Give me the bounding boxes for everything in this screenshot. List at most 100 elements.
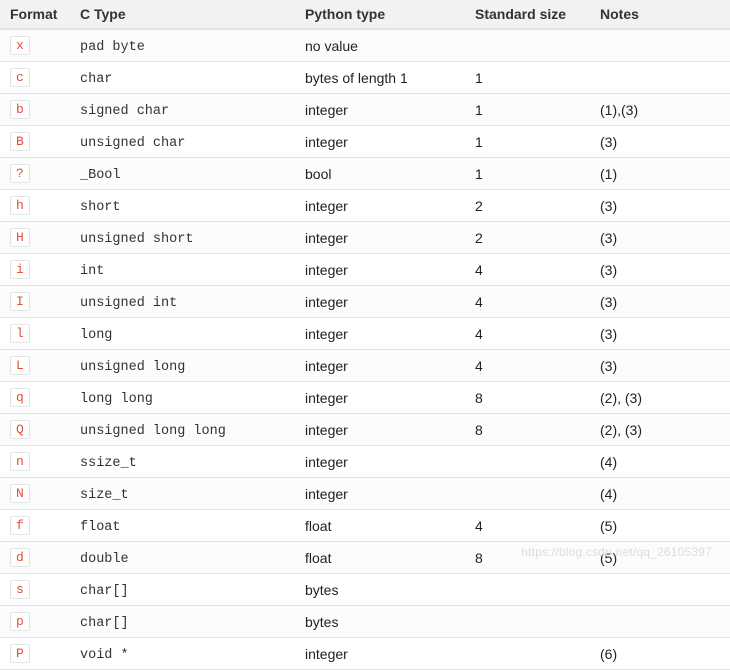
ctype-text: unsigned char [80, 136, 185, 151]
ctype-text: char[] [80, 616, 129, 631]
ctype-text: ssize_t [80, 456, 137, 471]
cell-ctype: _Bool [70, 158, 295, 190]
cell-notes: (3) [590, 254, 730, 286]
struct-format-table: Format C Type Python type Standard size … [0, 0, 730, 670]
table-row: ccharbytes of length 11 [0, 62, 730, 94]
format-code: ? [10, 164, 30, 183]
cell-ptype: integer [295, 446, 465, 478]
cell-ptype: integer [295, 126, 465, 158]
ctype-text: unsigned short [80, 232, 193, 247]
ctype-text: long long [80, 392, 153, 407]
cell-size: 1 [465, 94, 590, 126]
cell-ctype: char[] [70, 574, 295, 606]
cell-format: s [0, 574, 70, 606]
cell-ptype: integer [295, 318, 465, 350]
cell-ptype: integer [295, 94, 465, 126]
ctype-text: char [80, 72, 112, 87]
format-code: B [10, 132, 30, 151]
ctype-text: long [80, 328, 112, 343]
cell-notes [590, 574, 730, 606]
cell-size: 4 [465, 350, 590, 382]
cell-size [465, 478, 590, 510]
cell-ctype: long [70, 318, 295, 350]
format-code: l [10, 324, 30, 343]
cell-size: 4 [465, 510, 590, 542]
ctype-text: void * [80, 648, 129, 663]
ctype-text: int [80, 264, 104, 279]
ctype-text: char[] [80, 584, 129, 599]
format-code: P [10, 644, 30, 663]
col-ptype: Python type [295, 0, 465, 29]
cell-size: 2 [465, 190, 590, 222]
cell-notes: (3) [590, 286, 730, 318]
format-code: N [10, 484, 30, 503]
cell-ctype: void * [70, 638, 295, 670]
cell-notes [590, 62, 730, 94]
format-code: s [10, 580, 30, 599]
cell-ctype: unsigned short [70, 222, 295, 254]
cell-format: I [0, 286, 70, 318]
table-row: n ssize_t integer (4) [0, 446, 730, 478]
cell-ptype: bytes of length 1 [295, 62, 465, 94]
cell-ptype: integer [295, 286, 465, 318]
cell-ctype: long long [70, 382, 295, 414]
cell-format: N [0, 478, 70, 510]
cell-format: f [0, 510, 70, 542]
cell-format: b [0, 94, 70, 126]
table-row: p char[] bytes [0, 606, 730, 638]
table-row: Hunsigned shortinteger2(3) [0, 222, 730, 254]
table-row: ddoublefloat8(5) [0, 542, 730, 574]
cell-ctype: unsigned char [70, 126, 295, 158]
cell-ptype: bytes [295, 606, 465, 638]
cell-ctype: short [70, 190, 295, 222]
table-row: ?_Boolbool1(1) [0, 158, 730, 190]
table-header-row: Format C Type Python type Standard size … [0, 0, 730, 29]
ctype-text: unsigned int [80, 296, 177, 311]
cell-size [465, 606, 590, 638]
cell-ptype: bytes [295, 574, 465, 606]
table-row: llonginteger4(3) [0, 318, 730, 350]
cell-notes: (3) [590, 190, 730, 222]
format-code: H [10, 228, 30, 247]
cell-notes: (5) [590, 542, 730, 574]
cell-notes: (1),(3) [590, 94, 730, 126]
cell-notes [590, 29, 730, 62]
cell-size [465, 446, 590, 478]
format-code: c [10, 68, 30, 87]
ctype-text: size_t [80, 488, 129, 503]
ctype-text: pad byte [80, 40, 145, 55]
cell-notes: (3) [590, 350, 730, 382]
cell-notes: (3) [590, 126, 730, 158]
cell-ctype: ssize_t [70, 446, 295, 478]
table-row: Iunsigned intinteger4(3) [0, 286, 730, 318]
format-code: n [10, 452, 30, 471]
cell-size: 1 [465, 158, 590, 190]
ctype-text: short [80, 200, 121, 215]
format-code: p [10, 612, 30, 631]
cell-format: B [0, 126, 70, 158]
ctype-text: signed char [80, 104, 169, 119]
cell-ctype: double [70, 542, 295, 574]
cell-format: n [0, 446, 70, 478]
cell-format: p [0, 606, 70, 638]
cell-ptype: float [295, 510, 465, 542]
cell-ptype: integer [295, 638, 465, 670]
cell-size: 4 [465, 318, 590, 350]
cell-ptype: integer [295, 222, 465, 254]
format-code: b [10, 100, 30, 119]
table-row: hshortinteger2(3) [0, 190, 730, 222]
cell-format: q [0, 382, 70, 414]
cell-notes: (6) [590, 638, 730, 670]
format-code: h [10, 196, 30, 215]
format-code: f [10, 516, 30, 535]
table-row: iintinteger4(3) [0, 254, 730, 286]
table-row: qlong longinteger8(2), (3) [0, 382, 730, 414]
cell-notes: (2), (3) [590, 382, 730, 414]
cell-ctype: unsigned long long [70, 414, 295, 446]
col-ctype: C Type [70, 0, 295, 29]
cell-ctype: signed char [70, 94, 295, 126]
cell-notes: (5) [590, 510, 730, 542]
table-row: b signed char integer1(1),(3) [0, 94, 730, 126]
cell-notes: (4) [590, 446, 730, 478]
table-row: xpad byteno value [0, 29, 730, 62]
